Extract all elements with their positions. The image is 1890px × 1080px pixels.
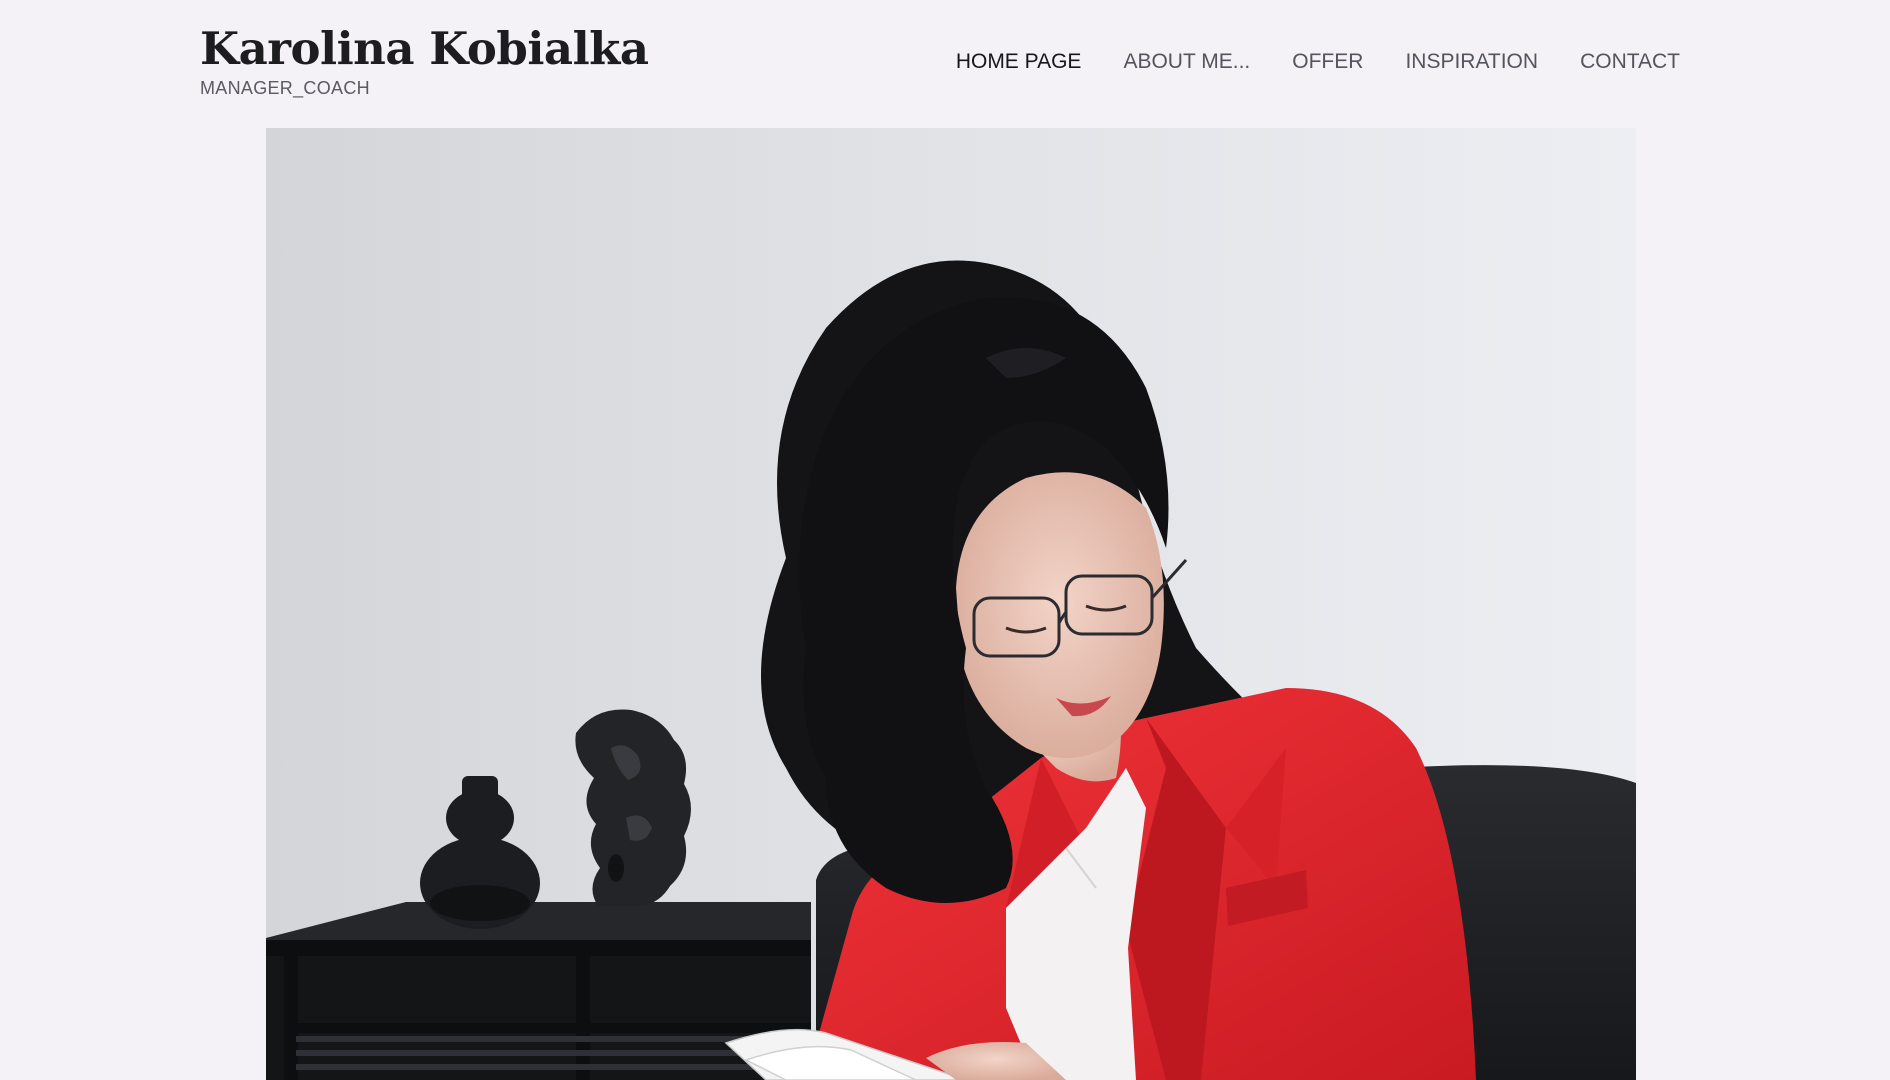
hero-image xyxy=(266,128,1636,1080)
site-header: Karolina Kobialka MANAGER_COACH HOME PAG… xyxy=(0,0,1890,128)
nav-item-about-me[interactable]: ABOUT ME... xyxy=(1102,48,1271,76)
nav-item-inspiration[interactable]: INSPIRATION xyxy=(1384,48,1559,76)
side-table xyxy=(266,902,811,1080)
main-nav: HOME PAGE ABOUT ME... OFFER INSPIRATION … xyxy=(935,48,1680,76)
brand: Karolina Kobialka MANAGER_COACH xyxy=(200,22,649,99)
site-title[interactable]: Karolina Kobialka xyxy=(200,22,649,76)
nav-item-home-page[interactable]: HOME PAGE xyxy=(935,48,1103,76)
nav-item-offer[interactable]: OFFER xyxy=(1271,48,1384,76)
nav-item-contact[interactable]: CONTACT xyxy=(1559,48,1680,76)
portrait-photo xyxy=(266,128,1636,1080)
site-tagline: MANAGER_COACH xyxy=(200,78,370,98)
